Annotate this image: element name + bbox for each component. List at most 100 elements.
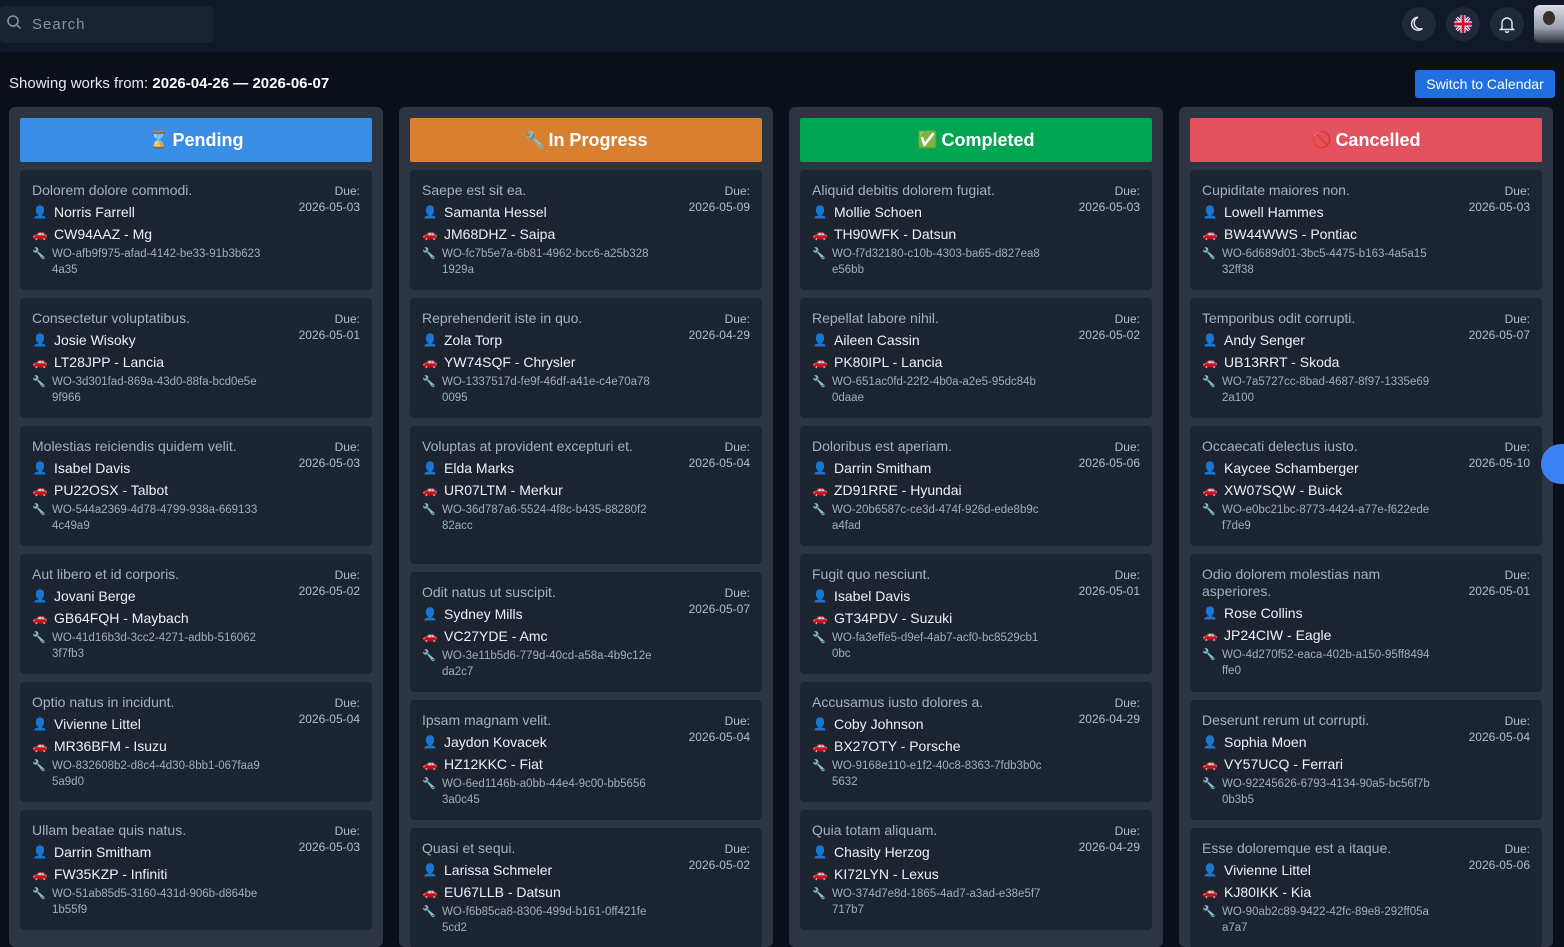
- due-date: Due: 2026-05-09: [689, 183, 750, 215]
- work-order-card[interactable]: Quia totam aliquam. Due: 2026-04-29 👤 Chasit…: [800, 810, 1152, 930]
- vehicle: PU22OSX - Talbot: [54, 482, 169, 498]
- work-order-card[interactable]: Quasi et sequi. Due: 2026-05-02 👤 Larissa Sc…: [410, 828, 762, 947]
- work-order-card[interactable]: Cupiditate maiores non. Due: 2026-05-03 👤 Lo…: [1190, 170, 1542, 290]
- search-input[interactable]: [32, 16, 202, 33]
- switch-to-calendar-button[interactable]: Switch to Calendar: [1415, 70, 1555, 98]
- wrench-icon: 🔧: [812, 888, 826, 900]
- due-label: Due:: [334, 568, 360, 582]
- work-order-card[interactable]: Odio dolorem molestias nam asperiores. Du…: [1190, 554, 1542, 692]
- date-range-text: Showing works from: 2026-04-26 — 2026-06…: [9, 75, 329, 92]
- top-bar: [0, 0, 1564, 52]
- wrench-icon: 🔧: [32, 376, 46, 388]
- work-order-card[interactable]: Temporibus odit corrupti. Due: 2026-05-07 👤…: [1190, 298, 1542, 418]
- person-icon: 👤: [1202, 461, 1218, 475]
- work-order-id: WO-41d16b3d-3cc2-4271-adbb-5160623f7fb3: [52, 632, 256, 660]
- person-icon: 👤: [1202, 606, 1218, 620]
- due-label: Due:: [334, 440, 360, 454]
- customer-name: Samanta Hessel: [444, 204, 547, 220]
- vehicle: HZ12KKC - Fiat: [444, 756, 543, 772]
- work-order-card[interactable]: Dolorem dolore commodi. Due: 2026-05-03 👤 No…: [20, 170, 372, 290]
- work-order-card[interactable]: Reprehenderit iste in quo. Due: 2026-04-29…: [410, 298, 762, 418]
- customer-name: Vivienne Littel: [1224, 862, 1311, 878]
- work-order-card[interactable]: Doloribus est aperiam. Due: 2026-05-06 👤 Dar…: [800, 426, 1152, 546]
- person-icon: 👤: [32, 461, 48, 475]
- work-order-card[interactable]: Voluptas at provident excepturi et. Due: 2…: [410, 426, 762, 564]
- work-order-card[interactable]: Odit natus ut suscipit. Due: 2026-05-07 👤 Sy…: [410, 572, 762, 692]
- wrench-icon: 🔧: [812, 632, 826, 644]
- work-order-card[interactable]: Molestias reiciendis quidem velit. Due: 20…: [20, 426, 372, 546]
- date-range-prefix: Showing works from:: [9, 75, 153, 92]
- person-icon: 👤: [32, 589, 48, 603]
- vehicle: KJ80IKK - Kia: [1224, 884, 1312, 900]
- column-header-in_progress[interactable]: 🔧 In Progress: [410, 118, 762, 162]
- work-order-card[interactable]: Accusamus iusto dolores a. Due: 2026-04-29…: [800, 682, 1152, 802]
- column-header-cancelled[interactable]: 🚫 Cancelled: [1190, 118, 1542, 162]
- work-order-id: WO-7a5727cc-8bad-4687-8f97-1335e692a100: [1222, 376, 1430, 404]
- car-icon: 🚗: [32, 867, 48, 881]
- work-order-card[interactable]: Ipsam magnam velit. Due: 2026-05-04 👤 Jaydon…: [410, 700, 762, 820]
- wrench-icon: 🔧: [32, 248, 46, 260]
- column-title: Completed: [941, 129, 1035, 150]
- car-icon: 🚗: [32, 227, 48, 241]
- search-box[interactable]: [0, 6, 213, 43]
- work-order-card[interactable]: Consectetur voluptatibus. Due: 2026-05-01 👤…: [20, 298, 372, 418]
- work-order-card[interactable]: Aliquid debitis dolorem fugiat. Due: 2026-…: [800, 170, 1152, 290]
- work-order-id: WO-36d787a6-5524-4f8c-b435-88280f282acc: [442, 504, 647, 532]
- work-order-card[interactable]: Optio natus in incidunt. Due: 2026-05-04 👤 V…: [20, 682, 372, 802]
- car-icon: 🚗: [32, 611, 48, 625]
- vehicle: GB64FQH - Maybach: [54, 610, 189, 626]
- car-icon: 🚗: [1202, 483, 1218, 497]
- due-date: Due: 2026-05-02: [689, 841, 750, 873]
- work-order-id: WO-fa3effe5-d9ef-4ab7-acf0-bc8529cb10bc: [832, 632, 1039, 660]
- moon-icon[interactable]: [1402, 7, 1436, 41]
- card-title: Quasi et sequi.: [422, 840, 516, 856]
- column-header-pending[interactable]: ⌛ Pending: [20, 118, 372, 162]
- due-date: Due: 2026-05-03: [1079, 183, 1140, 215]
- avatar[interactable]: [1534, 5, 1564, 43]
- work-order-card[interactable]: Fugit quo nesciunt. Due: 2026-05-01 👤 Isabel…: [800, 554, 1152, 674]
- customer-name: Isabel Davis: [834, 588, 911, 604]
- work-order-id: WO-afb9f975-afad-4142-be33-91b3b6234a35: [52, 248, 261, 276]
- bell-icon[interactable]: [1490, 7, 1524, 41]
- cancelled-status-icon: 🚫: [1311, 132, 1332, 149]
- customer-name: Jovani Berge: [54, 588, 136, 604]
- person-icon: 👤: [812, 461, 828, 475]
- work-order-id: WO-20b6587c-ce3d-474f-926d-ede8b9ca4fad: [832, 504, 1039, 532]
- vehicle: JP24CIW - Eagle: [1224, 627, 1332, 643]
- pending-status-icon: ⌛: [148, 132, 169, 149]
- work-order-id: WO-f6b85ca8-8306-499d-b161-0ff421fe5cd2: [442, 906, 647, 934]
- vehicle: YW74SQF - Chrysler: [444, 354, 576, 370]
- car-icon: 🚗: [812, 867, 828, 881]
- work-order-card[interactable]: Ullam beatae quis natus. Due: 2026-05-03 👤 D…: [20, 810, 372, 930]
- uk-flag-icon[interactable]: [1446, 7, 1480, 41]
- car-icon: 🚗: [422, 629, 438, 643]
- customer-name: Sophia Moen: [1224, 734, 1307, 750]
- work-order-id: WO-1337517d-fe9f-46df-a41e-c4e70a780095: [442, 376, 650, 404]
- work-order-card[interactable]: Deserunt rerum ut corrupti. Due: 2026-05-0…: [1190, 700, 1542, 820]
- work-order-card[interactable]: Aut libero et id corporis. Due: 2026-05-02…: [20, 554, 372, 674]
- wrench-icon: 🔧: [422, 248, 436, 260]
- vehicle: TH90WFK - Datsun: [834, 226, 957, 242]
- work-order-card[interactable]: Occaecati delectus iusto. Due: 2026-05-10 👤…: [1190, 426, 1542, 546]
- due-label: Due:: [334, 824, 360, 838]
- car-icon: 🚗: [422, 483, 438, 497]
- work-order-card[interactable]: Esse doloremque est a itaque. Due: 2026-05…: [1190, 828, 1542, 947]
- vehicle: FW35KZP - Infiniti: [54, 866, 168, 882]
- work-order-card[interactable]: Saepe est sit ea. Due: 2026-05-09 👤 Samanta …: [410, 170, 762, 290]
- due-date: Due: 2026-05-03: [299, 439, 360, 471]
- card-title: Fugit quo nesciunt.: [812, 566, 931, 582]
- search-icon: [6, 14, 22, 35]
- car-icon: 🚗: [1202, 355, 1218, 369]
- column-header-completed[interactable]: ✅ Completed: [800, 118, 1152, 162]
- person-icon: 👤: [32, 205, 48, 219]
- card-title: Temporibus odit corrupti.: [1202, 310, 1356, 326]
- wrench-icon: 🔧: [422, 778, 436, 790]
- person-icon: 👤: [422, 205, 438, 219]
- person-icon: 👤: [422, 607, 438, 621]
- due-value: 2026-05-03: [1078, 200, 1140, 214]
- person-icon: 👤: [1202, 333, 1218, 347]
- vehicle: LT28JPP - Lancia: [54, 354, 164, 370]
- due-label: Due:: [1504, 842, 1530, 856]
- person-icon: 👤: [812, 717, 828, 731]
- work-order-card[interactable]: Repellat labore nihil. Due: 2026-05-02 👤 Ail…: [800, 298, 1152, 418]
